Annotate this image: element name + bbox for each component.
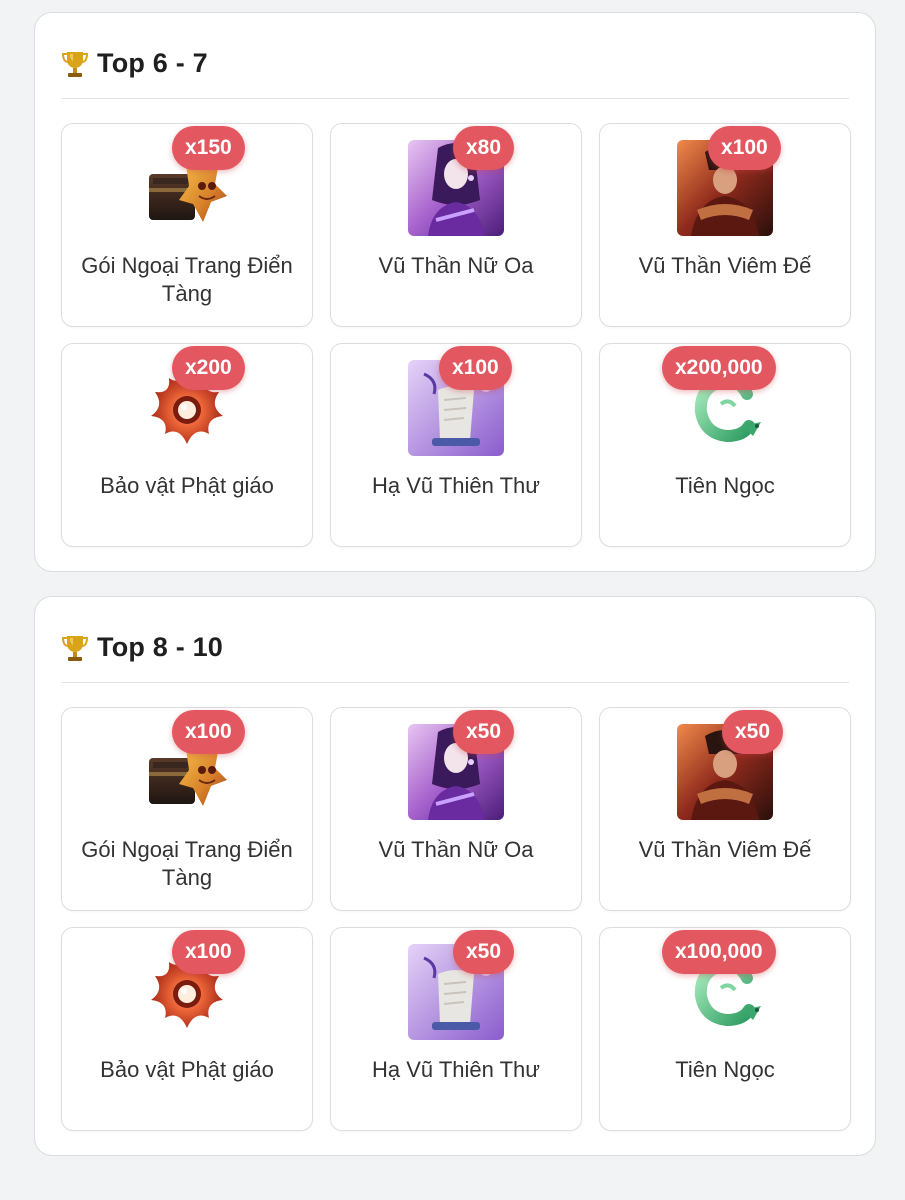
- quantity-badge: x50: [453, 930, 515, 974]
- quantity-badge: x50: [722, 710, 784, 754]
- item-name: Hạ Vũ Thiên Thư: [371, 473, 540, 498]
- quantity-badge: x200: [172, 346, 245, 390]
- item-name: Hạ Vũ Thiên Thư: [371, 1057, 540, 1082]
- quantity-badge: x100,000: [662, 930, 776, 974]
- panel-title: Top 8 - 10: [97, 632, 224, 662]
- reward-card[interactable]: x200 Bảo vật Phật giáo: [61, 343, 313, 547]
- reward-card[interactable]: x200,000 Tiên Ngọc: [599, 343, 851, 547]
- item-name: Gói Ngoại Trang Điển Tàng: [81, 253, 293, 306]
- quantity-badge: x80: [453, 126, 515, 170]
- reward-card[interactable]: x100 Vũ Thần Viêm Đế: [599, 123, 851, 327]
- trophy-icon: [61, 633, 89, 663]
- reward-card[interactable]: x50 Hạ Vũ Thiên Thư: [330, 927, 582, 1131]
- reward-panel-top-6-7: Top 6 - 7 x150 Gói Ngoại Trang Điển Tàng…: [34, 12, 876, 572]
- reward-panel-top-8-10: Top 8 - 10 x100 Gói Ngoại Trang Điển Tàn…: [34, 596, 876, 1156]
- quantity-badge: x100: [172, 930, 245, 974]
- quantity-badge: x200,000: [662, 346, 776, 390]
- reward-card[interactable]: x150 Gói Ngoại Trang Điển Tàng: [61, 123, 313, 327]
- item-name: Vũ Thần Viêm Đế: [638, 253, 812, 278]
- panel-header: Top 8 - 10: [61, 623, 849, 683]
- reward-card[interactable]: x50 Vũ Thần Viêm Đế: [599, 707, 851, 911]
- reward-card[interactable]: x80 Vũ Thần Nữ Oa: [330, 123, 582, 327]
- item-name: Tiên Ngọc: [675, 1057, 775, 1082]
- item-name: Vũ Thần Nữ Oa: [378, 253, 534, 278]
- item-name: Bảo vật Phật giáo: [100, 473, 274, 498]
- item-name: Gói Ngoại Trang Điển Tàng: [81, 837, 293, 890]
- reward-card[interactable]: x100 Hạ Vũ Thiên Thư: [330, 343, 582, 547]
- reward-card[interactable]: x100 Bảo vật Phật giáo: [61, 927, 313, 1131]
- reward-card[interactable]: x100 Gói Ngoại Trang Điển Tàng: [61, 707, 313, 911]
- reward-grid: x100 Gói Ngoại Trang Điển Tàng x50 Vũ Th…: [61, 707, 851, 1131]
- trophy-icon: [61, 49, 89, 79]
- reward-grid: x150 Gói Ngoại Trang Điển Tàng x80 Vũ Th…: [61, 123, 851, 547]
- reward-card[interactable]: x50 Vũ Thần Nữ Oa: [330, 707, 582, 911]
- quantity-badge: x50: [453, 710, 515, 754]
- panel-title: Top 6 - 7: [97, 48, 208, 78]
- item-name: Vũ Thần Nữ Oa: [378, 837, 534, 862]
- item-name: Bảo vật Phật giáo: [100, 1057, 274, 1082]
- item-name: Vũ Thần Viêm Đế: [638, 837, 812, 862]
- quantity-badge: x100: [439, 346, 512, 390]
- reward-card[interactable]: x100,000 Tiên Ngọc: [599, 927, 851, 1131]
- quantity-badge: x100: [708, 126, 781, 170]
- panel-header: Top 6 - 7: [61, 39, 849, 99]
- quantity-badge: x100: [172, 710, 245, 754]
- item-name: Tiên Ngọc: [675, 473, 775, 498]
- quantity-badge: x150: [172, 126, 245, 170]
